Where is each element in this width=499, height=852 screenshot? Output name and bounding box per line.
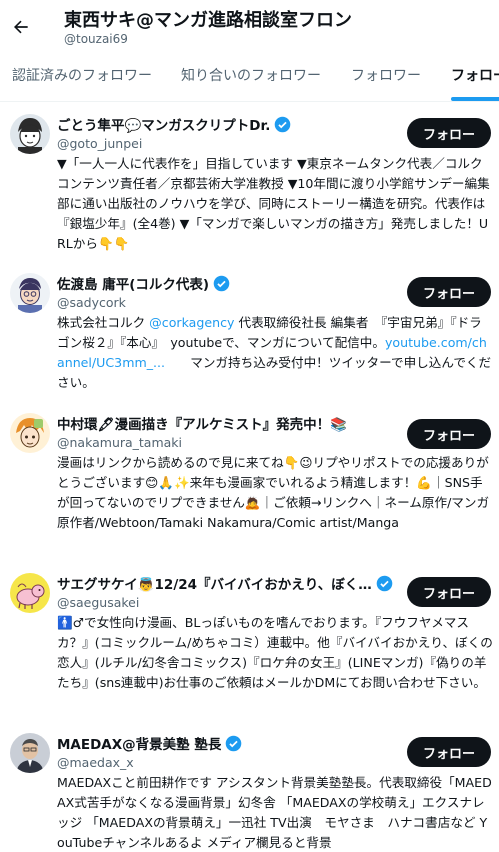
user-handle: @sadycork bbox=[57, 295, 126, 310]
follow-button[interactable]: フォロー bbox=[407, 419, 491, 449]
user-cell[interactable]: ごとう隼平💬マンガスクリプトDr. @goto_junpei フォロー ▼「一人… bbox=[0, 114, 499, 262]
tab-followers-you-know[interactable]: 知り合いのフォロワー bbox=[181, 52, 321, 101]
tab-bar: 認証済みのフォロワー 知り合いのフォロワー フォロワー フォロー中 bbox=[0, 52, 499, 102]
follow-button[interactable]: フォロー bbox=[407, 577, 491, 607]
user-bio: ▼「一人一人に代表作を」目指しています ▼東京ネームタンク代表／コルクコンテンツ… bbox=[57, 156, 490, 251]
user-handle: @saegusakei bbox=[57, 595, 140, 610]
arrow-left-icon bbox=[14, 20, 28, 34]
user-name[interactable]: MAEDAX@背景美塾 塾長 bbox=[57, 733, 221, 753]
back-button[interactable] bbox=[8, 14, 34, 40]
avatar[interactable] bbox=[10, 413, 50, 453]
avatar[interactable] bbox=[10, 273, 50, 313]
user-cell[interactable]: 佐渡島 庸平(コルク代表) @sadycork フォロー 株式会社コルク @co… bbox=[0, 273, 499, 395]
page-handle: @touzai69 bbox=[64, 32, 128, 46]
tab-followers[interactable]: フォロワー bbox=[351, 52, 421, 101]
user-cell[interactable]: MAEDAX@背景美塾 塾長 @maedax_x フォロー MAEDAXこと前田… bbox=[0, 733, 499, 852]
mention-link[interactable]: @corkagency bbox=[149, 315, 234, 330]
user-bio: 株式会社コルク @corkagency 代表取締役社長 編集者 『宇宙兄弟』『ド… bbox=[57, 313, 493, 393]
header: 東西サキ@マンガ進路相談室フロン @touzai69 bbox=[0, 0, 499, 52]
avatar[interactable] bbox=[10, 573, 50, 613]
follow-button[interactable]: フォロー bbox=[407, 277, 491, 307]
active-tab-indicator bbox=[451, 97, 499, 101]
user-name[interactable]: 中村環🖋漫画描き『アルケミスト』発売中！📚 bbox=[57, 413, 347, 433]
user-cell[interactable]: サエグサケイ👼12/24『バイバイおかえり、ぼく… @saegusakei フォ… bbox=[0, 573, 499, 721]
user-name[interactable]: ごとう隼平💬マンガスクリプトDr. bbox=[57, 114, 270, 134]
user-handle: @goto_junpei bbox=[57, 136, 143, 151]
avatar[interactable] bbox=[10, 114, 50, 154]
user-handle: @maedax_x bbox=[57, 755, 134, 770]
verified-badge-icon bbox=[275, 116, 291, 132]
avatar[interactable] bbox=[10, 733, 50, 773]
verified-badge-icon bbox=[226, 735, 242, 751]
user-cell[interactable]: 中村環🖋漫画描き『アルケミスト』発売中！📚 @nakamura_tamaki フ… bbox=[0, 413, 499, 561]
tab-following[interactable]: フォロー中 bbox=[451, 52, 499, 101]
bio-text: 株式会社コルク bbox=[57, 315, 150, 330]
page-title: 東西サキ@マンガ進路相談室フロン bbox=[64, 10, 352, 31]
user-bio: 🚹♂で女性向け漫画、BLっぽいものを嗜んでおります。『フウフヤメマスカ？』(コミ… bbox=[57, 615, 493, 690]
user-name[interactable]: 佐渡島 庸平(コルク代表) bbox=[57, 273, 209, 293]
follow-button[interactable]: フォロー bbox=[407, 737, 491, 767]
user-name[interactable]: サエグサケイ👼12/24『バイバイおかえり、ぼく… bbox=[57, 573, 372, 593]
tab-verified-followers[interactable]: 認証済みのフォロワー bbox=[12, 52, 152, 101]
verified-badge-icon bbox=[376, 575, 393, 591]
user-bio: 漫画はリンクから読めるので見に来てね👇😉リプやリポストでの応援ありがとうございま… bbox=[57, 455, 490, 530]
user-bio: MAEDAXこと前田耕作です アシスタント背景美塾塾長。代表取締役「MAEDAX… bbox=[57, 775, 492, 850]
verified-badge-icon bbox=[213, 275, 230, 291]
follow-button[interactable]: フォロー bbox=[407, 118, 491, 148]
user-handle: @nakamura_tamaki bbox=[57, 435, 183, 450]
